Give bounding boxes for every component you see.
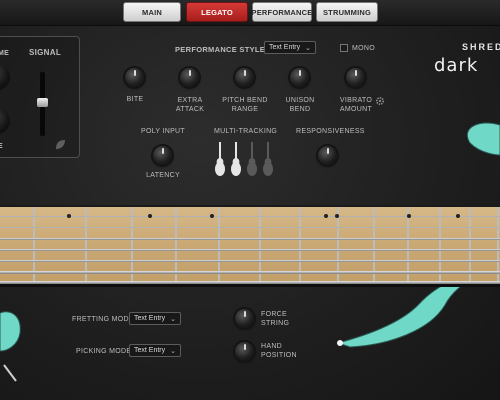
signal-slider-thumb[interactable]	[37, 98, 48, 107]
gear-icon[interactable]	[375, 96, 385, 106]
leaf-icon	[56, 140, 65, 149]
brand-logo: dark	[434, 55, 479, 76]
multi-tracking-label: MULTI-TRACKING	[214, 128, 278, 135]
fret-marker-dot	[407, 214, 411, 218]
brand-line-1: SHRED	[462, 42, 500, 52]
guitar-string[interactable]	[0, 260, 500, 263]
performance-style-select[interactable]: Text Entry ⌄	[264, 41, 316, 54]
fretting-mode-value: Text Entry	[134, 315, 166, 322]
guitar-string[interactable]	[0, 271, 500, 274]
fret-marker-dot	[335, 214, 339, 218]
extra-attack-knob[interactable]	[180, 68, 199, 87]
performance-style-value: Text Entry	[269, 44, 301, 51]
vibrato-amount-label: VIBRATO AMOUNT	[339, 97, 373, 113]
mono-label: MONO	[352, 45, 375, 52]
chevron-down-icon: ⌄	[305, 45, 311, 52]
guitar-string[interactable]	[0, 216, 500, 217]
picking-mode-label: PICKING MODE	[76, 348, 132, 355]
guitar-icon-4	[263, 142, 273, 176]
bite-knob[interactable]	[125, 68, 144, 87]
vibrato-amount-knob[interactable]	[346, 68, 365, 87]
tab-bar: MAIN LEGATO PERFORMANCE STRUMMING	[0, 0, 500, 26]
hand-position-label: HAND POSITION	[261, 343, 297, 359]
tab-legato[interactable]: LEGATO	[186, 2, 248, 22]
force-string-knob[interactable]	[235, 309, 254, 328]
guitar-icon-1	[215, 142, 225, 176]
fretboard[interactable]	[0, 205, 500, 287]
fret-marker-dot	[456, 214, 460, 218]
latency-knob[interactable]	[153, 146, 172, 165]
tab-strumming[interactable]: STRUMMING	[316, 2, 378, 22]
extra-attack-label: EXTRA ATTACK	[175, 97, 205, 113]
bite-label: BITE	[126, 96, 144, 103]
volume-label: ME	[0, 50, 10, 57]
latency-label: LATENCY	[146, 172, 180, 179]
multi-tracking-guitars[interactable]	[214, 140, 276, 180]
fret-marker-dot	[67, 214, 71, 218]
fret-marker-dot	[210, 214, 214, 218]
guitar-string[interactable]	[0, 249, 500, 252]
performance-style-label: PERFORMANCE STYLE	[175, 45, 266, 54]
fretting-mode-label: FRETTING MODE	[72, 316, 134, 323]
fret-marker-dot	[324, 214, 328, 218]
pitch-bend-range-knob[interactable]	[235, 68, 254, 87]
hand-position-knob[interactable]	[235, 342, 254, 361]
tab-main[interactable]: MAIN	[123, 2, 181, 22]
unison-bend-knob[interactable]	[290, 68, 309, 87]
unison-bend-label: UNISON BEND	[285, 97, 315, 113]
fret-marker-dot	[148, 214, 152, 218]
guitar-string[interactable]	[0, 227, 500, 229]
chevron-down-icon: ⌄	[170, 316, 176, 323]
tab-performance[interactable]: PERFORMANCE	[252, 2, 312, 22]
force-string-label: FORCE STRING	[261, 311, 290, 327]
guitar-string[interactable]	[0, 238, 500, 240]
app-window: MAIN LEGATO PERFORMANCE STRUMMING ME SIG…	[0, 0, 500, 400]
guitar-icon-2	[231, 142, 241, 176]
tone-label: E	[0, 143, 3, 150]
guitar-icon-3	[247, 142, 257, 176]
picking-mode-select[interactable]: Text Entry ⌄	[129, 344, 181, 357]
guitar-string[interactable]	[0, 281, 500, 285]
poly-input-label: POLY INPUT	[141, 128, 185, 135]
mono-checkbox[interactable]	[340, 44, 348, 52]
guitar-body-left	[0, 311, 21, 382]
chevron-down-icon: ⌄	[170, 348, 176, 355]
picking-mode-value: Text Entry	[134, 347, 166, 354]
pitch-bend-range-label: PITCH BEND RANGE	[222, 97, 268, 113]
fretting-mode-select[interactable]: Text Entry ⌄	[129, 312, 181, 325]
signal-title: SIGNAL	[29, 48, 62, 57]
